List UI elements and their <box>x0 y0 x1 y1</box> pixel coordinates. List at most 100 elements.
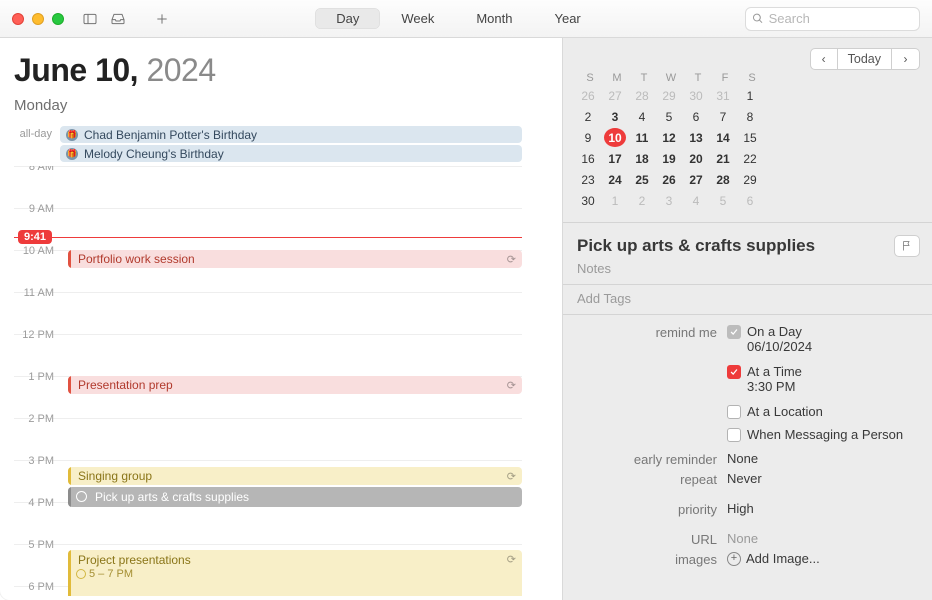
mini-cal-day[interactable]: 6 <box>685 107 707 126</box>
add-image-button[interactable]: + Add Image... <box>727 551 920 566</box>
mini-cal-day[interactable]: 17 <box>604 149 626 168</box>
mini-cal-day[interactable]: 1 <box>604 191 626 210</box>
url-value[interactable]: None <box>727 531 920 546</box>
mini-cal-day[interactable]: 27 <box>685 170 707 189</box>
event-title: Singing group <box>78 469 152 483</box>
calendar-event[interactable]: Portfolio work session⟳ <box>68 250 522 268</box>
sidebar-toggle-icon[interactable] <box>80 9 100 29</box>
repeat-value[interactable]: Never <box>727 471 920 486</box>
mini-cal-day[interactable]: 29 <box>739 170 761 189</box>
mini-cal-day[interactable]: 3 <box>604 107 626 126</box>
search-field[interactable] <box>745 7 920 31</box>
repeat-icon: ⟳ <box>507 379 516 392</box>
search-input[interactable] <box>769 11 913 26</box>
mini-cal-day[interactable]: 7 <box>712 107 734 126</box>
next-month-button[interactable]: › <box>892 48 920 70</box>
notes-field[interactable]: Notes <box>577 261 920 276</box>
hour-label: 11 AM <box>14 287 58 299</box>
mini-cal-day[interactable]: 22 <box>739 149 761 168</box>
calendar-event[interactable]: Presentation prep⟳ <box>68 376 522 394</box>
mini-cal-day[interactable]: 2 <box>631 191 653 210</box>
zoom-window-button[interactable] <box>52 13 64 25</box>
mini-cal-day[interactable]: 4 <box>685 191 707 210</box>
mini-cal-day[interactable]: 8 <box>739 107 761 126</box>
mini-cal-day[interactable]: 20 <box>685 149 707 168</box>
flag-button[interactable] <box>894 235 920 257</box>
current-time-line <box>14 237 522 238</box>
today-button[interactable]: Today <box>838 48 892 70</box>
view-week-tab[interactable]: Week <box>380 8 455 29</box>
tags-field[interactable]: Add Tags <box>577 291 920 306</box>
mini-cal-day[interactable]: 30 <box>685 86 707 105</box>
view-year-tab[interactable]: Year <box>533 8 601 29</box>
mini-cal-nav: ‹ Today › <box>810 48 920 70</box>
when-messaging-checkbox[interactable]: When Messaging a Person <box>727 427 920 442</box>
mini-cal-day[interactable]: 11 <box>631 128 653 147</box>
titlebar: Day Week Month Year <box>0 0 932 38</box>
mini-cal-day[interactable]: 1 <box>739 86 761 105</box>
mini-cal-day[interactable]: 4 <box>631 107 653 126</box>
all-day-event[interactable]: 🎁 Melody Cheung's Birthday <box>60 145 522 162</box>
hour-label: 1 PM <box>14 371 58 383</box>
prev-month-button[interactable]: ‹ <box>810 48 838 70</box>
repeat-icon: ⟳ <box>507 553 516 566</box>
at-location-checkbox[interactable]: At a Location <box>727 404 920 419</box>
mini-cal-day[interactable]: 19 <box>658 149 680 168</box>
inbox-icon[interactable] <box>108 9 128 29</box>
on-a-day-value[interactable]: 06/10/2024 <box>747 339 920 354</box>
add-event-icon[interactable] <box>152 9 172 29</box>
mini-cal-day[interactable]: 26 <box>577 86 599 105</box>
mini-cal-day[interactable]: 28 <box>631 86 653 105</box>
mini-cal-day[interactable]: 13 <box>685 128 707 147</box>
reminder-circle-icon <box>76 491 87 502</box>
minimize-window-button[interactable] <box>32 13 44 25</box>
date-title: June 10, 2024 <box>14 52 562 89</box>
mini-cal-day[interactable]: 26 <box>658 170 680 189</box>
remind-me-label: remind me <box>577 324 727 340</box>
mini-cal-day[interactable]: 29 <box>658 86 680 105</box>
at-a-time-value[interactable]: 3:30 PM <box>747 379 920 394</box>
on-a-day-checkbox[interactable]: On a Day <box>727 324 920 339</box>
calendar-event[interactable]: Project presentations⟳5 – 7 PM <box>68 550 522 596</box>
mini-cal-day[interactable]: 2 <box>577 107 599 126</box>
mini-cal-day[interactable]: 9 <box>577 128 599 147</box>
view-month-tab[interactable]: Month <box>455 8 533 29</box>
mini-cal-day[interactable]: 6 <box>739 191 761 210</box>
mini-cal-day[interactable]: 3 <box>658 191 680 210</box>
close-window-button[interactable] <box>12 13 24 25</box>
mini-cal-day[interactable]: 16 <box>577 149 599 168</box>
hour-label: 10 AM <box>14 245 58 257</box>
mini-cal-day[interactable]: 27 <box>604 86 626 105</box>
mini-cal-day[interactable]: 15 <box>739 128 761 147</box>
mini-cal-day[interactable]: 21 <box>712 149 734 168</box>
mini-cal-day[interactable]: 31 <box>712 86 734 105</box>
mini-cal-day[interactable]: 18 <box>631 149 653 168</box>
mini-cal-day[interactable]: 28 <box>712 170 734 189</box>
mini-cal-day[interactable]: 5 <box>712 191 734 210</box>
mini-cal-day[interactable]: 23 <box>577 170 599 189</box>
early-reminder-label: early reminder <box>577 451 727 467</box>
mini-cal-day[interactable]: 14 <box>712 128 734 147</box>
mini-cal-day[interactable]: 25 <box>631 170 653 189</box>
event-title: Portfolio work session <box>78 252 195 266</box>
mini-calendar[interactable]: SMTWTFS262728293031123456789101112131415… <box>577 72 920 210</box>
view-day-tab[interactable]: Day <box>315 8 380 29</box>
mini-cal-day[interactable]: 5 <box>658 107 680 126</box>
hour-label: 3 PM <box>14 455 58 467</box>
all-day-event[interactable]: 🎁 Chad Benjamin Potter's Birthday <box>60 126 522 143</box>
repeat-icon: ⟳ <box>507 470 516 483</box>
early-reminder-value[interactable]: None <box>727 451 920 466</box>
priority-label: priority <box>577 501 727 517</box>
timeline[interactable]: 8 AM9 AM10 AM11 AM12 PM1 PM2 PM3 PM4 PM5… <box>14 166 562 596</box>
weekday-label: Monday <box>14 97 562 114</box>
at-a-time-checkbox[interactable]: At a Time <box>727 364 920 379</box>
mini-cal-day[interactable]: 12 <box>658 128 680 147</box>
url-label: URL <box>577 531 727 547</box>
mini-cal-day[interactable]: 24 <box>604 170 626 189</box>
calendar-event[interactable]: Pick up arts & crafts supplies <box>68 487 522 507</box>
mini-cal-day[interactable]: 30 <box>577 191 599 210</box>
calendar-event[interactable]: Singing group ⟳ <box>68 467 522 485</box>
mini-cal-day[interactable]: 10 <box>604 128 626 147</box>
reminder-title[interactable]: Pick up arts & crafts supplies <box>577 235 920 257</box>
priority-value[interactable]: High <box>727 501 920 516</box>
